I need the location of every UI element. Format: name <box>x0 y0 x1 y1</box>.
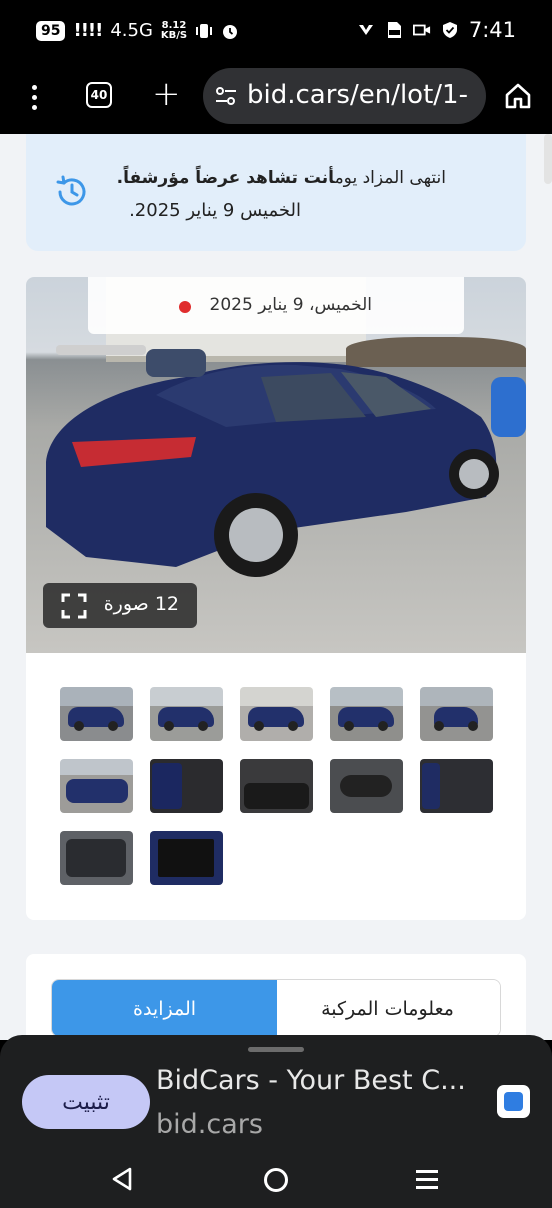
back-icon[interactable] <box>110 1166 134 1192</box>
thumbnail-2[interactable] <box>150 687 223 741</box>
tab-auction[interactable]: المزايدة <box>52 980 277 1036</box>
history-icon <box>56 175 86 206</box>
site-settings-icon[interactable] <box>215 86 237 106</box>
alarm-icon <box>223 24 238 39</box>
battery-indicator: 95 <box>36 20 66 41</box>
notice-date: الخميس 9 يناير 2025. <box>129 200 301 221</box>
main-vehicle-photo[interactable]: الخميس، 9 يناير 2025 12 صورة <box>26 277 526 653</box>
auction-date-pill: الخميس، 9 يناير 2025 <box>88 277 464 334</box>
thumbnail-6[interactable] <box>60 759 133 813</box>
system-nav-bar <box>0 1150 552 1208</box>
thumbnail-8[interactable] <box>240 759 313 813</box>
thumbnail-12[interactable] <box>150 831 223 885</box>
notice-text: انتهى المزاد يوم <box>334 168 446 188</box>
web-page[interactable]: انتهى المزاد يومأنت تشاهد عرضاً مؤرشفاً.… <box>0 134 552 1040</box>
archived-notice: انتهى المزاد يومأنت تشاهد عرضاً مؤرشفاً.… <box>26 134 526 251</box>
auction-date: الخميس، 9 يناير 2025 <box>209 295 372 315</box>
thumbnail-1[interactable] <box>60 687 133 741</box>
sheet-drag-handle[interactable] <box>248 1047 304 1052</box>
details-tabs: معلومات المركبة المزايدة <box>51 979 501 1037</box>
vibrate-icon <box>196 23 213 38</box>
fullscreen-icon <box>61 593 87 619</box>
app-domain: bid.cars <box>156 1109 263 1140</box>
video-icon <box>412 24 430 36</box>
install-button[interactable]: تثبيت <box>22 1075 150 1129</box>
network-speed: 8.12 KB/S <box>160 20 188 41</box>
photo-count-button[interactable]: 12 صورة <box>43 583 197 628</box>
bidcars-logo-icon <box>497 1085 530 1118</box>
thumbnail-3[interactable] <box>240 687 313 741</box>
thumbnail-5[interactable] <box>420 687 493 741</box>
details-card: معلومات المركبة المزايدة <box>26 954 526 1040</box>
notice-archived-text: أنت تشاهد عرضاً مؤرشفاً. <box>116 168 335 188</box>
thumbnail-4[interactable] <box>330 687 403 741</box>
app-icon <box>358 25 373 35</box>
home-icon[interactable] <box>504 82 532 110</box>
clock: 7:41 <box>468 18 516 42</box>
recents-icon[interactable] <box>416 1170 438 1190</box>
speed-unit: KB/S <box>160 29 188 41</box>
more-menu-icon[interactable] <box>22 82 46 112</box>
photo-count-label: 12 صورة <box>103 593 179 615</box>
pdf-icon <box>387 22 401 38</box>
network-type: 4.5G <box>110 20 153 41</box>
scrollbar[interactable] <box>544 134 552 184</box>
thumbnail-7[interactable] <box>150 759 223 813</box>
status-bar: 95 !!!! 4.5G 8.12 KB/S 7:41 <box>0 0 552 64</box>
shield-icon <box>442 22 457 38</box>
address-bar[interactable]: bid.cars/en/lot/1- <box>203 68 486 124</box>
install-app-sheet: تثبيت BidCars - Your Best C... bid.cars <box>0 1035 552 1150</box>
new-tab-button[interactable]: + <box>152 74 181 114</box>
notice-line-1: انتهى المزاد يومأنت تشاهد عرضاً مؤرشفاً. <box>117 168 446 188</box>
vehicle-gallery-card: الخميس، 9 يناير 2025 12 صورة <box>26 277 526 920</box>
home-button-icon[interactable] <box>264 1168 288 1192</box>
tab-switcher-button[interactable]: 40 <box>86 82 112 108</box>
thumbnail-11[interactable] <box>60 831 133 885</box>
app-title: BidCars - Your Best C... <box>156 1065 466 1096</box>
status-dot <box>179 301 191 313</box>
url-text[interactable]: bid.cars/en/lot/1- <box>247 80 483 110</box>
signal-icon: !!!! <box>73 20 103 41</box>
browser-toolbar: 40 + bid.cars/en/lot/1- <box>0 64 552 134</box>
tab-vehicle-info[interactable]: معلومات المركبة <box>275 980 500 1036</box>
thumbnail-10[interactable] <box>420 759 493 813</box>
thumbnail-9[interactable] <box>330 759 403 813</box>
